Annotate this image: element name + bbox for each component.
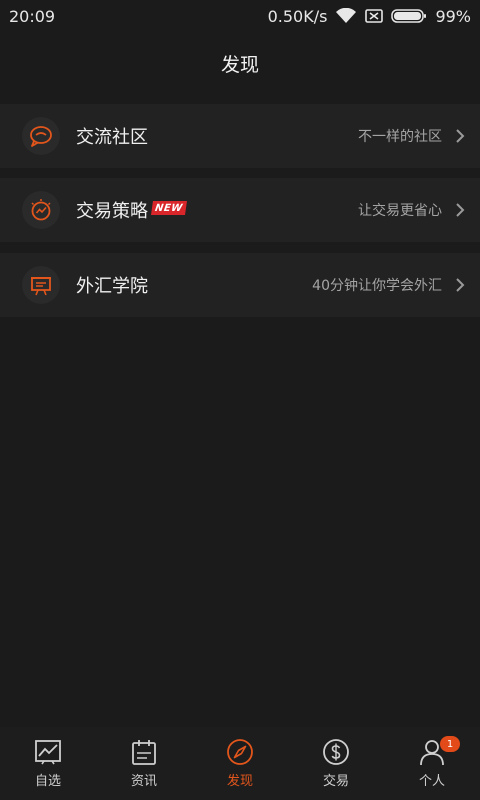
chevron-right-icon — [452, 201, 468, 219]
status-right: 0.50K/s 99% — [268, 7, 471, 26]
tab-watchlist[interactable]: 自选 — [0, 727, 96, 800]
menu-item-academy[interactable]: 外汇学院 40分钟让你学会外汇 — [0, 253, 480, 317]
battery-level: 99% — [435, 6, 471, 26]
menu-item-strategy[interactable]: 交易策略 NEW 让交易更省心 — [0, 178, 480, 242]
menu-item-label: 交流社区 — [76, 127, 148, 148]
compass-icon — [225, 737, 255, 767]
tab-discover[interactable]: 发现 — [192, 727, 288, 800]
network-speed: 0.50K/s — [267, 6, 328, 26]
menu-item-desc: 让交易更省心 — [358, 203, 442, 219]
chat-bubble-icon — [22, 117, 60, 155]
menu-item-community[interactable]: 交流社区 不一样的社区 — [0, 104, 480, 168]
tab-label: 个人 — [418, 774, 445, 789]
tab-label: 发现 — [226, 774, 253, 789]
presentation-board-icon — [22, 266, 60, 304]
dollar-coin-icon — [321, 737, 351, 767]
menu-item-desc: 不一样的社区 — [358, 129, 442, 145]
page-title: 发现 — [220, 53, 259, 76]
page-header: 发现 — [0, 32, 480, 94]
calendar-icon — [129, 737, 159, 767]
battery-icon — [391, 8, 427, 24]
chart-line-icon — [33, 737, 63, 767]
tab-profile[interactable]: 1 个人 — [384, 727, 480, 800]
sim-icon — [365, 9, 384, 23]
tab-news[interactable]: 资讯 — [96, 727, 192, 800]
status-time: 20:09 — [9, 6, 56, 26]
chevron-right-icon — [452, 276, 468, 294]
idea-chart-icon — [22, 191, 60, 229]
tab-label: 资讯 — [130, 774, 157, 789]
tab-trade[interactable]: 交易 — [288, 727, 384, 800]
tab-label: 自选 — [34, 774, 61, 789]
menu-item-label: 外汇学院 — [76, 276, 148, 297]
notification-badge: 1 — [440, 736, 460, 752]
chevron-right-icon — [452, 127, 468, 145]
tab-label: 交易 — [322, 774, 349, 789]
menu-item-label: 交易策略 — [76, 201, 148, 222]
wifi-icon — [335, 8, 357, 24]
bottom-tab-bar: 自选 资讯 发现 交易 1 个人 — [0, 727, 480, 800]
new-badge: NEW — [151, 201, 187, 215]
status-bar: 20:09 0.50K/s 99% — [0, 0, 480, 32]
menu-item-desc: 40分钟让你学会外汇 — [312, 278, 442, 294]
